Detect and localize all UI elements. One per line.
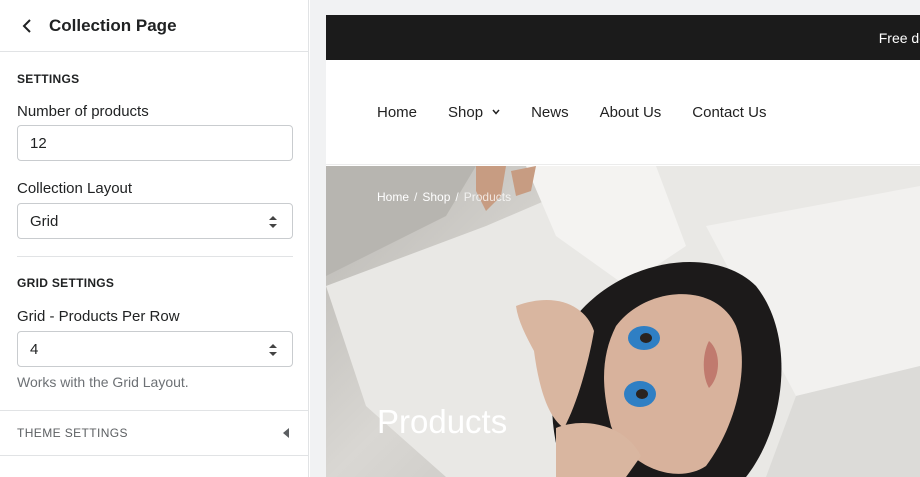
chevron-left-icon xyxy=(22,18,31,33)
select-arrows-icon xyxy=(269,216,277,228)
number-of-products-label: Number of products xyxy=(17,103,149,120)
select-arrows-icon xyxy=(269,344,277,356)
site-navigation: Home Shop News About Us Contact Us xyxy=(326,60,920,165)
products-per-row-value: 4 xyxy=(30,340,39,358)
nav-label: About Us xyxy=(599,103,662,121)
hero-title: Products xyxy=(377,403,508,440)
hero-banner: Home / Shop / Products Products xyxy=(326,166,920,477)
nav-label: Shop xyxy=(448,103,484,121)
theme-settings-row[interactable]: THEME SETTINGS xyxy=(0,410,309,456)
nav-item-news[interactable]: News xyxy=(531,104,569,121)
nav-label: Home xyxy=(377,103,418,121)
products-per-row-label: Grid - Products Per Row xyxy=(17,308,180,325)
grid-settings-heading: GRID SETTINGS xyxy=(17,276,115,290)
settings-panel: Collection Page SETTINGS Number of produ… xyxy=(0,0,309,477)
announcement-text: Free delive xyxy=(878,29,920,46)
breadcrumb-home[interactable]: Home xyxy=(377,190,409,204)
panel-header: Collection Page xyxy=(0,0,308,52)
collection-layout-select[interactable]: Grid xyxy=(17,203,293,239)
settings-heading: SETTINGS xyxy=(17,72,80,86)
nav-item-shop[interactable]: Shop xyxy=(448,104,500,121)
collection-layout-value: Grid xyxy=(30,212,59,230)
breadcrumb-current: Products xyxy=(463,190,512,204)
products-per-row-select[interactable]: 4 xyxy=(17,331,293,367)
number-of-products-value: 12 xyxy=(30,134,47,152)
collection-layout-label: Collection Layout xyxy=(17,180,133,197)
number-of-products-input[interactable]: 12 xyxy=(17,125,293,161)
back-button[interactable] xyxy=(18,17,36,35)
breadcrumb-separator: / xyxy=(455,190,459,204)
breadcrumb-separator: / xyxy=(414,190,418,204)
breadcrumb: Home / Shop / Products xyxy=(377,190,511,204)
breadcrumb-shop[interactable]: Shop xyxy=(422,190,450,204)
nav-label: Contact Us xyxy=(692,103,767,121)
theme-settings-label: THEME SETTINGS xyxy=(17,426,128,440)
nav-item-contact-us[interactable]: Contact Us xyxy=(692,104,766,121)
section-divider xyxy=(17,256,293,257)
nav-label: News xyxy=(531,103,569,121)
store-preview: Free delive Home Shop News About Us Cont… xyxy=(326,15,920,477)
caret-left-icon xyxy=(283,428,289,438)
announcement-bar: Free delive xyxy=(326,15,920,60)
panel-title: Collection Page xyxy=(49,15,177,35)
nav-item-home[interactable]: Home xyxy=(377,104,417,121)
products-per-row-help: Works with the Grid Layout. xyxy=(17,374,189,390)
chevron-down-icon xyxy=(492,109,500,115)
nav-item-about-us[interactable]: About Us xyxy=(600,104,662,121)
